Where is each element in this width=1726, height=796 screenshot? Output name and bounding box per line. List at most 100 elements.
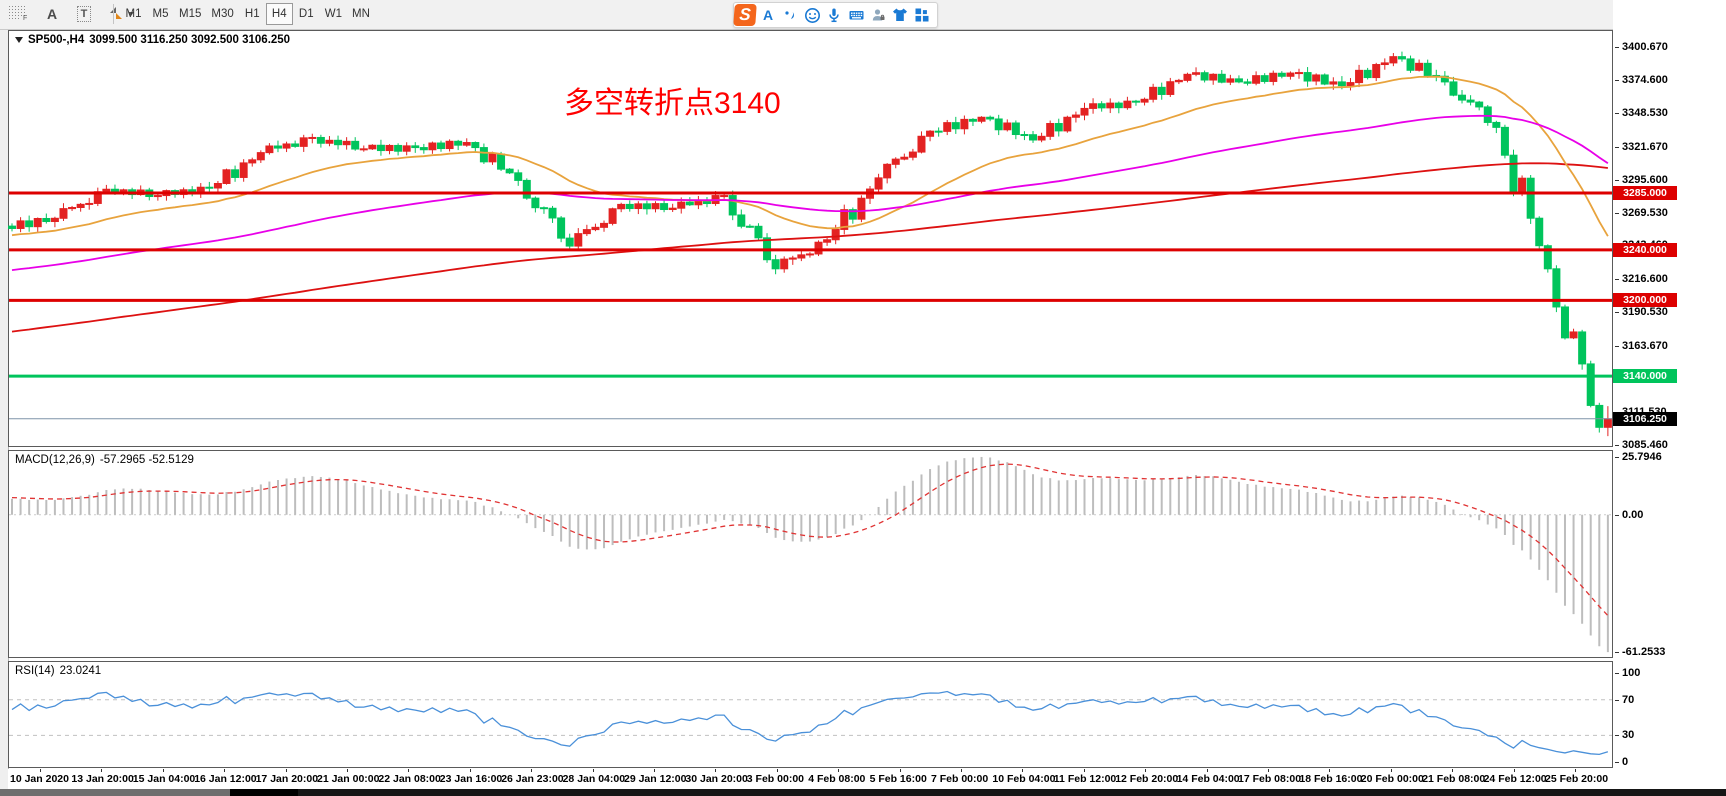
chart-title: SP500-,H4 3099.500 3116.250 3092.500 310… [15,34,290,46]
chart-symbol-period: SP500-,H4 [28,34,84,46]
timeframe-h1[interactable]: H1 [239,3,266,25]
svg-text:F: F [23,15,27,20]
time-tick [470,769,471,772]
price-tick-label: 3269.530 [1615,207,1668,219]
time-tick [1268,769,1269,772]
time-axis-label: 18 Feb 16:00 [1299,773,1362,785]
time-tick [1575,769,1576,772]
time-axis-label: 28 Jan 04:00 [563,773,625,785]
timeframe-group: M1 M5 M15 M30 H1 H4 D1 W1 MN [120,3,375,25]
emoji-icon[interactable] [802,5,822,25]
time-axis-label: 22 Jan 08:00 [378,773,440,785]
taskbar-segment [230,789,298,796]
text-label-tool-button[interactable]: T [72,3,96,25]
time-tick [1084,769,1085,772]
price-axis-column[interactable]: 3400.6703374.6003348.5303321.6703295.600… [1613,0,1726,770]
timeframe-w1[interactable]: W1 [320,3,347,25]
svg-text:A: A [763,7,773,23]
time-axis-label: 16 Jan 12:00 [194,773,256,785]
rsi-tick-label: 70 [1615,694,1634,706]
price-chart-canvas[interactable] [8,30,1613,447]
chart-ohlc-values: 3099.500 3116.250 3092.500 3106.250 [89,34,290,46]
time-tick [286,769,287,772]
rsi-pane: RSI(14) 23.0241 [8,661,1613,768]
rsi-tick-label: 0 [1615,756,1628,768]
time-axis-label: 12 Feb 20:00 [1115,773,1178,785]
time-axis-label: 10 Jan 2020 [10,773,69,785]
grid-snap-icon: F [8,5,28,23]
drawing-tools-group: F A T [4,3,138,25]
time-axis[interactable]: 10 Jan 202013 Jan 20:0015 Jan 04:0016 Ja… [8,769,1613,789]
time-tick [101,769,102,772]
time-axis-label: 3 Feb 00:00 [747,773,804,785]
timeframe-h4[interactable]: H4 [266,3,293,25]
ime-logo-icon[interactable]: S [733,4,757,26]
price-tick-label: 3374.600 [1615,74,1668,86]
time-axis-label: 4 Feb 08:00 [808,773,865,785]
current-price-label: 3106.250 [1613,412,1677,426]
time-axis-label: 15 Jan 04:00 [133,773,195,785]
price-tick-label: 3216.600 [1615,273,1668,285]
top-toolbar: F A T M1 M5 M15 M30 H1 H4 D1 W1 MN [0,0,1726,30]
time-tick [224,769,225,772]
rsi-chart-canvas[interactable] [8,661,1613,768]
ime-toolbar: S A [733,2,938,28]
timeframe-m15[interactable]: M15 [174,3,206,25]
time-tick [163,769,164,772]
rsi-indicator-name: RSI(14) [15,665,55,677]
price-tick-label: 3348.530 [1615,107,1668,119]
macd-tick-label: 0.00 [1615,509,1643,521]
taskbar-segment [0,789,230,796]
time-axis-label: 10 Feb 04:00 [992,773,1055,785]
rsi-tick-label: 100 [1615,667,1640,679]
macd-tick-label: -61.2533 [1615,646,1665,658]
level-price-label: 3240.000 [1613,243,1677,257]
grid-snap-button[interactable]: F [4,3,32,25]
time-tick [1022,769,1023,772]
time-tick [838,769,839,772]
macd-tick-label: 25.7946 [1615,451,1662,463]
level-price-label: 3140.000 [1613,369,1677,383]
time-axis-label: 11 Feb 12:00 [1054,773,1116,785]
text-a-tool-button[interactable]: A [40,3,64,25]
soft-keyboard-icon[interactable] [846,5,866,25]
timeframe-d1[interactable]: D1 [293,3,320,25]
rsi-label: RSI(14) 23.0241 [15,665,101,677]
time-tick [1391,769,1392,772]
punctuation-icon[interactable] [780,5,800,25]
time-axis-label: 21 Jan 00:00 [317,773,379,785]
time-tick [1145,769,1146,772]
price-tick-label: 3400.670 [1615,41,1668,53]
time-tick [40,769,41,772]
time-tick [1452,769,1453,772]
input-mode-a-icon[interactable]: A [758,5,778,25]
rsi-indicator-value: 23.0241 [60,665,102,677]
time-axis-label: 13 Jan 20:00 [71,773,133,785]
price-tick-label: 3085.460 [1615,439,1668,451]
chart-annotation-text[interactable]: 多空转折点3140 [564,78,781,122]
time-axis-label: 20 Feb 00:00 [1361,773,1424,785]
timeframe-m1[interactable]: M1 [120,3,147,25]
skin-tshirt-icon[interactable] [890,5,910,25]
time-tick [715,769,716,772]
toolbox-grid-icon[interactable] [912,5,932,25]
price-tick-label: 3295.600 [1615,174,1668,186]
macd-label: MACD(12,26,9) -57.2965 -52.5129 [15,454,194,466]
time-tick [961,769,962,772]
timeframe-m5[interactable]: M5 [147,3,174,25]
time-tick [408,769,409,772]
time-axis-label: 23 Jan 16:00 [440,773,502,785]
microphone-icon[interactable] [824,5,844,25]
time-axis-label: 14 Feb 04:00 [1177,773,1240,785]
account-icon[interactable] [868,5,888,25]
timeframe-m30[interactable]: M30 [206,3,238,25]
rsi-tick-label: 30 [1615,729,1634,741]
taskbar-edge [0,789,1726,796]
time-axis-label: 5 Feb 16:00 [870,773,927,785]
macd-chart-canvas[interactable] [8,450,1613,658]
time-tick [1514,769,1515,772]
time-axis-label: 17 Jan 20:00 [256,773,318,785]
time-axis-label: 26 Jan 23:00 [501,773,563,785]
collapse-chart-icon[interactable] [15,37,23,43]
timeframe-mn[interactable]: MN [347,3,375,25]
